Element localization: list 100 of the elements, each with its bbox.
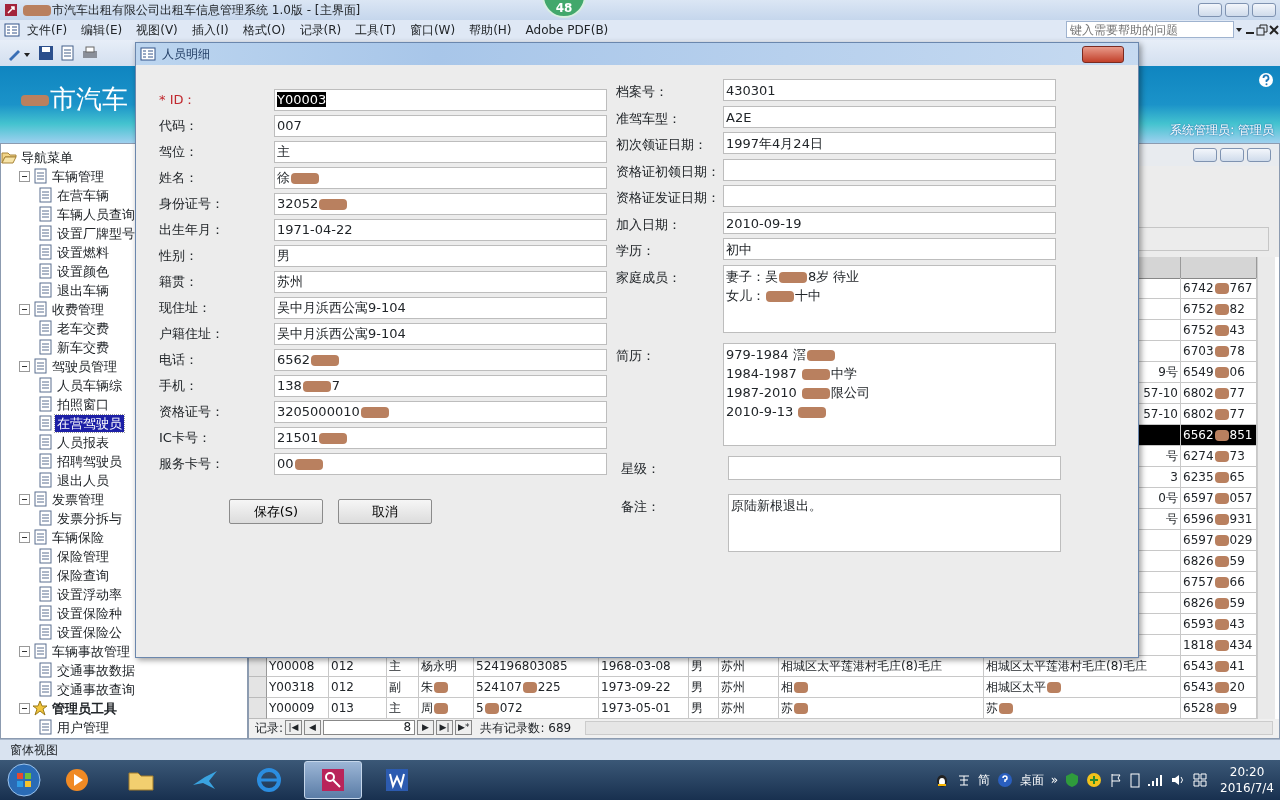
record-nav-button[interactable]: ◀	[304, 720, 322, 736]
input-field[interactable]: 32052	[274, 193, 607, 215]
collapse-icon[interactable]	[19, 303, 30, 315]
input-field[interactable]: 1971-04-22	[274, 219, 607, 241]
input-field[interactable]: 138 7	[274, 375, 607, 397]
tree-item[interactable]: 在营驾驶员	[55, 414, 124, 432]
close-icon[interactable]	[1268, 23, 1280, 36]
overflow-chevron[interactable]: »	[1050, 771, 1059, 789]
tree-item[interactable]: 设置浮动率	[55, 585, 124, 603]
save-icon[interactable]	[38, 44, 54, 61]
menu-item[interactable]: 视图(V)	[129, 20, 185, 39]
record-nav-button[interactable]: ▶	[417, 720, 435, 736]
menu-item[interactable]: 插入(I)	[184, 20, 236, 39]
help-icon[interactable]	[996, 772, 1013, 788]
tree-item[interactable]: 设置厂牌型号	[55, 224, 137, 242]
tree-item[interactable]: 设置保险种	[55, 604, 124, 622]
record-nav-button[interactable]: ▶*	[455, 720, 473, 736]
input-field[interactable]: 苏州	[274, 271, 607, 293]
record-nav-button[interactable]: ▶|	[436, 720, 454, 736]
start-button-icon[interactable]	[6, 762, 42, 798]
menu-item[interactable]: 文件(F)	[20, 20, 75, 39]
input-field[interactable]: 主	[274, 141, 607, 163]
cancel-button[interactable]: 取消	[338, 499, 432, 524]
window-grid-icon[interactable]	[1193, 773, 1208, 787]
close-button[interactable]	[1082, 45, 1124, 63]
input-field[interactable]: A2E	[723, 105, 1056, 128]
tree-item[interactable]: 保险管理	[55, 547, 111, 565]
help-icon[interactable]	[1258, 71, 1274, 88]
save-button[interactable]: 保存(S)	[229, 499, 323, 524]
flag-icon[interactable]	[1109, 773, 1124, 787]
input-field[interactable]: 00	[274, 453, 607, 475]
document-icon[interactable]	[60, 44, 76, 61]
tree-item[interactable]: 保险查询	[55, 566, 111, 584]
tree-item[interactable]: 设置燃料	[55, 243, 111, 261]
tree-item[interactable]: 设置颜色	[55, 262, 111, 280]
menu-item[interactable]: 工具(T)	[348, 20, 403, 39]
tree-item[interactable]: 退出人员	[55, 471, 111, 489]
menu-item[interactable]: 窗口(W)	[402, 20, 463, 39]
scrollbar[interactable]	[1257, 256, 1275, 719]
menu-item[interactable]: 帮助(H)	[462, 20, 519, 39]
tree-item[interactable]: 拍照窗口	[55, 395, 111, 413]
input-field[interactable]: 3205000010	[274, 401, 607, 423]
menu-item[interactable]: 编辑(E)	[74, 20, 130, 39]
collapse-icon[interactable]	[19, 170, 30, 182]
input-field[interactable]: 007	[274, 115, 607, 137]
tree-item[interactable]: 发票分拆与	[55, 509, 124, 527]
input-field[interactable]: 21501	[274, 427, 607, 449]
menu-item[interactable]: 格式(O)	[235, 20, 293, 39]
browser-icon[interactable]	[254, 765, 284, 795]
tree-item[interactable]: 驾驶员管理	[50, 357, 119, 375]
text-area[interactable]: 妻子：吴 8岁 待业 女儿： 十中	[723, 264, 1056, 333]
input-field[interactable]: 初中	[723, 238, 1056, 260]
clock-date[interactable]: 2016/7/4	[1220, 780, 1274, 796]
tree-item[interactable]: 收费管理	[50, 300, 106, 318]
tree-item[interactable]: 车辆人员查询	[55, 205, 137, 223]
tree-item[interactable]: 人员报表	[55, 433, 111, 451]
record-nav-button[interactable]: |◀	[285, 720, 303, 736]
tree-item[interactable]: 交通事故数据	[55, 661, 137, 679]
tree-item[interactable]: 交通事故查询	[55, 680, 137, 698]
collapse-icon[interactable]	[19, 645, 30, 657]
input-field[interactable]: Y00003	[274, 89, 607, 111]
tree-item[interactable]: 在营车辆	[55, 186, 111, 204]
menu-item[interactable]: Adobe PDF(B)	[518, 20, 616, 39]
tree-item[interactable]: 导航菜单	[19, 148, 75, 166]
input-field[interactable]	[723, 158, 1056, 181]
restore-icon[interactable]	[1256, 23, 1268, 36]
tree-item[interactable]: 人员车辆综	[55, 376, 124, 394]
input-field[interactable]: 1997年4月24日	[723, 132, 1056, 154]
tree-item[interactable]: 车辆事故管理	[50, 642, 132, 660]
input-field[interactable]	[723, 185, 1056, 207]
input-mode-label[interactable]: 简	[977, 771, 990, 789]
tree-item[interactable]: 管理员工具	[50, 699, 119, 717]
input-field[interactable]: 吴中月浜西公寓9-104	[274, 323, 607, 345]
plus-icon[interactable]	[1086, 772, 1103, 788]
tree-item[interactable]: 用户管理	[55, 718, 111, 736]
shield-icon[interactable]	[1065, 772, 1080, 788]
restore-button[interactable]	[1220, 147, 1244, 162]
tree-item[interactable]: 设置保险公	[55, 623, 124, 641]
close-button[interactable]	[1247, 147, 1271, 162]
input-field[interactable]	[728, 455, 1061, 480]
record-number-field[interactable]: 8	[323, 720, 416, 736]
input-field[interactable]: 男	[274, 245, 607, 267]
help-search-field[interactable]: 键入需要帮助的问题	[1066, 21, 1234, 39]
tree-item[interactable]: 车辆保险	[50, 528, 106, 546]
menu-item[interactable]: 记录(R)	[292, 20, 349, 39]
tree-item[interactable]: 招聘驾驶员	[55, 452, 124, 470]
clock-time[interactable]: 20:20	[1220, 764, 1274, 780]
horizontal-scrollbar[interactable]	[585, 720, 1273, 735]
input-method-icon[interactable]	[956, 773, 971, 787]
tree-item[interactable]: 车辆管理	[50, 167, 106, 185]
collapse-icon[interactable]	[19, 531, 30, 543]
input-field[interactable]: 2010-09-19	[723, 211, 1056, 234]
minimize-button[interactable]	[1193, 147, 1217, 162]
tree-item[interactable]: 老车交费	[55, 319, 111, 337]
close-button[interactable]	[1252, 3, 1276, 17]
tree-item[interactable]: 发票管理	[50, 490, 106, 508]
battery-icon[interactable]	[1130, 772, 1141, 788]
input-field[interactable]: 430301	[723, 79, 1056, 101]
signal-icon[interactable]	[1147, 773, 1164, 787]
input-field[interactable]: 6562	[274, 349, 607, 371]
